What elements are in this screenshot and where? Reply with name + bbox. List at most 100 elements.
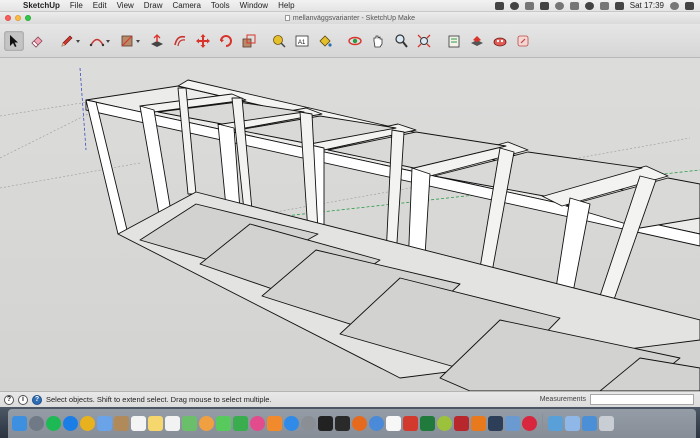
android-icon[interactable] — [437, 416, 452, 431]
excel-icon[interactable] — [420, 416, 435, 431]
zoom-extents-icon — [417, 34, 431, 47]
textedit-icon[interactable] — [386, 416, 401, 431]
zoom-button[interactable] — [25, 15, 31, 21]
steam-icon[interactable] — [488, 416, 503, 431]
filezilla-icon[interactable] — [454, 416, 469, 431]
system-preferences-icon[interactable] — [301, 416, 316, 431]
menu-help[interactable]: Help — [273, 1, 299, 10]
window-title: mellanväggsvarianter - SketchUp Make — [284, 15, 415, 22]
pan-tool-button[interactable] — [368, 31, 388, 51]
geolocation-icon[interactable]: ? — [4, 394, 14, 405]
volume-icon[interactable] — [599, 1, 609, 10]
menu-file[interactable]: File — [65, 1, 88, 10]
zoom-extents-tool-button[interactable] — [414, 31, 434, 51]
photos-icon[interactable] — [199, 416, 214, 431]
menu-window[interactable]: Window — [235, 1, 273, 10]
eraser-tool-button[interactable] — [27, 31, 47, 51]
messages-icon[interactable] — [216, 416, 231, 431]
zoom-tool-button[interactable] — [391, 31, 411, 51]
coda-icon[interactable] — [505, 416, 520, 431]
push-pull-tool-button[interactable] — [147, 31, 167, 51]
cloud-icon[interactable] — [509, 1, 519, 10]
title-bar[interactable]: mellanväggsvarianter - SketchUp Make — [0, 12, 700, 24]
minimize-button[interactable] — [15, 15, 21, 21]
measurements-label: Measurements — [539, 396, 586, 403]
menu-sketchup[interactable]: SketchUp — [18, 1, 65, 10]
maps-icon[interactable] — [182, 416, 197, 431]
arc-tool-button[interactable] — [87, 31, 110, 51]
itunes-icon[interactable] — [250, 416, 265, 431]
rectangle-tool-button[interactable] — [117, 31, 140, 51]
lips-app-icon[interactable] — [522, 416, 537, 431]
warehouse-icon — [448, 35, 460, 47]
dropbox-icon[interactable] — [494, 1, 504, 10]
bluetooth-icon[interactable] — [569, 1, 579, 10]
components-tool-button[interactable] — [490, 31, 510, 51]
contacts-icon[interactable] — [114, 416, 129, 431]
finder-icon[interactable] — [12, 416, 27, 431]
menu-clock[interactable]: Sat 17:39 — [630, 1, 664, 10]
paint-bucket-icon — [319, 34, 332, 47]
trash-icon[interactable] — [599, 416, 614, 431]
flag-icon[interactable] — [614, 1, 624, 10]
menu-view[interactable]: View — [112, 1, 139, 10]
orbit-tool-button[interactable] — [345, 31, 365, 51]
menu-edit[interactable]: Edit — [88, 1, 112, 10]
instructor-icon[interactable]: ? — [32, 394, 42, 405]
safari-icon[interactable] — [63, 416, 78, 431]
move-icon — [196, 33, 210, 48]
status-tray: Sat 17:39 — [494, 1, 700, 10]
drawing-area[interactable] — [0, 58, 700, 391]
measurements-input[interactable] — [590, 394, 694, 405]
downloads-folder-icon[interactable] — [582, 416, 597, 431]
media-icon[interactable] — [548, 416, 563, 431]
close-button[interactable] — [5, 15, 11, 21]
orbit-icon — [348, 36, 362, 45]
tape-measure-icon — [273, 34, 286, 48]
menu-draw[interactable]: Draw — [139, 1, 168, 10]
rotate-tool-button[interactable] — [216, 31, 236, 51]
send-to-layout-tool-button[interactable] — [513, 31, 533, 51]
move-tool-button[interactable] — [193, 31, 213, 51]
facetime-icon[interactable] — [233, 416, 248, 431]
terminal-icon[interactable] — [318, 416, 333, 431]
chrome-icon[interactable] — [80, 416, 95, 431]
wifi-icon[interactable] — [584, 1, 594, 10]
text-tool-button[interactable]: A1 — [292, 31, 312, 51]
launchpad-icon[interactable] — [29, 416, 44, 431]
flame-icon[interactable] — [524, 1, 534, 10]
reminders-icon[interactable] — [165, 416, 180, 431]
list-icon[interactable] — [685, 1, 694, 10]
scale-tool-button[interactable] — [239, 31, 259, 51]
menu-camera[interactable]: Camera — [167, 1, 205, 10]
menu-tools[interactable]: Tools — [206, 1, 235, 10]
sketchup-icon[interactable] — [403, 416, 418, 431]
vlc-icon[interactable] — [471, 416, 486, 431]
battery-icon[interactable] — [539, 1, 549, 10]
status-message: Select objects. Shift to extend select. … — [46, 395, 272, 404]
firefox-icon[interactable] — [352, 416, 367, 431]
offset-tool-button[interactable] — [170, 31, 190, 51]
pencil-tool-button[interactable] — [57, 31, 80, 51]
app-store-icon[interactable] — [284, 416, 299, 431]
eraser-icon — [31, 35, 43, 48]
menu-bar: SketchUp File Edit View Draw Camera Tool… — [0, 0, 700, 12]
activity-monitor-icon[interactable] — [335, 416, 350, 431]
ibooks-icon[interactable] — [267, 416, 282, 431]
notes-icon[interactable] — [148, 416, 163, 431]
extension-warehouse-tool-button[interactable] — [467, 31, 487, 51]
rotate-icon — [220, 34, 232, 47]
documents-folder-icon[interactable] — [565, 416, 580, 431]
select-tool-button[interactable] — [4, 30, 24, 51]
spotify-icon[interactable] — [46, 416, 61, 431]
search-icon[interactable] — [670, 1, 679, 10]
calendar-icon[interactable] — [131, 416, 146, 431]
info-app-icon[interactable] — [369, 416, 384, 431]
credits-icon[interactable]: i — [18, 394, 28, 405]
warehouse-tool-button[interactable] — [444, 31, 464, 51]
tape-measure-tool-button[interactable] — [269, 31, 289, 51]
paint-bucket-tool-button[interactable] — [315, 31, 335, 51]
info-icon[interactable] — [554, 1, 564, 10]
frame-model — [85, 79, 700, 391]
mail-icon[interactable] — [97, 416, 112, 431]
